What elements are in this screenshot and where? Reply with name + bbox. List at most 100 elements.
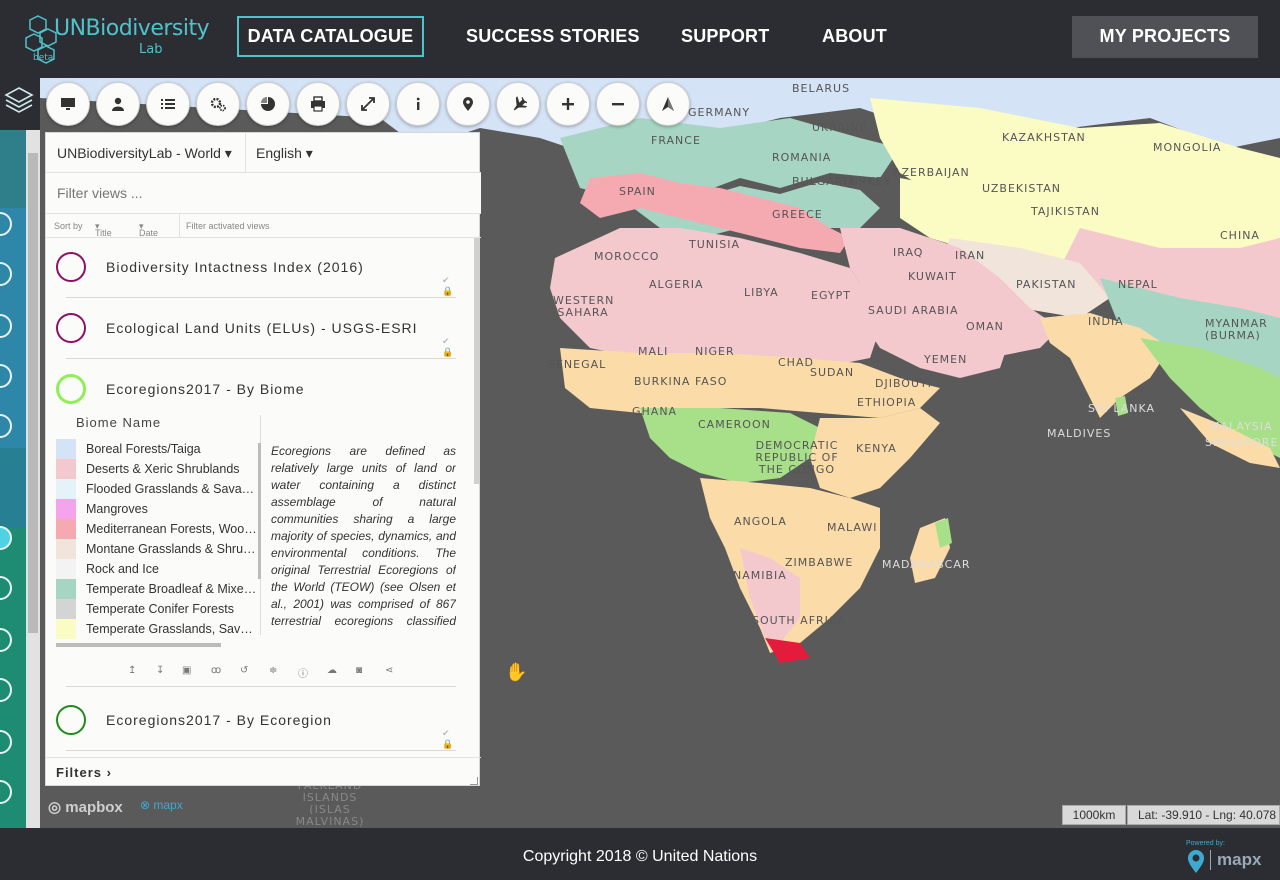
desktop-icon[interactable]: [46, 82, 90, 126]
nav-about[interactable]: ABOUT: [822, 16, 887, 57]
list-icon[interactable]: [146, 82, 190, 126]
sort-date-button[interactable]: Date ▾: [139, 221, 158, 238]
map-label: ANGOLA: [734, 515, 787, 528]
map-label: OMAN: [966, 320, 1004, 333]
map-label: SINGAPORE: [1205, 436, 1279, 449]
map-label: GERMANY: [688, 106, 751, 119]
info-icon[interactable]: [396, 82, 440, 126]
map-label: ZIMBABWE: [785, 556, 854, 569]
view-item[interactable]: Ecological Land Units (ELUs) - USGS-ESRI…: [56, 299, 456, 359]
up-icon[interactable]: ↥: [128, 665, 136, 676]
view-title[interactable]: Ecoregions2017 - By Ecoregion: [106, 712, 332, 728]
legend-item: Boreal Forests/Taiga: [56, 439, 260, 459]
gears-icon[interactable]: [196, 82, 240, 126]
view-toggle[interactable]: [56, 374, 86, 404]
sort-title-button[interactable]: Title ▾: [95, 221, 112, 238]
legend-label: Flooded Grasslands & Savannas: [86, 482, 258, 496]
legend-label: Temperate Grasslands, Savannas & Shrubla…: [86, 622, 258, 636]
north-arrow-icon[interactable]: [646, 82, 690, 126]
mapx-attribution[interactable]: ⊗ mapx: [140, 798, 183, 812]
map-label: SRI LANKA: [1088, 402, 1156, 415]
view-toggle[interactable]: [56, 313, 86, 343]
resize-handle[interactable]: [470, 777, 478, 785]
project-selector-label: UNBiodiversityLab - World: [57, 145, 221, 161]
legend-swatch: [56, 459, 76, 479]
cloud-icon[interactable]: ☁: [327, 665, 337, 676]
view-item[interactable]: Biodiversity Intactness Index (2016) ✔🔒: [56, 238, 456, 298]
legend-label: Mangroves: [86, 502, 148, 516]
language-selector[interactable]: English ▾: [256, 145, 313, 162]
view-title[interactable]: Biodiversity Intactness Index (2016): [106, 259, 364, 275]
zoom-in-icon[interactable]: [546, 82, 590, 126]
view-title[interactable]: Ecoregions2017 - By Biome: [106, 381, 305, 397]
map-label: SAUDI ARABIA: [868, 304, 959, 317]
view-title[interactable]: Ecological Land Units (ELUs) - USGS-ESRI: [106, 320, 418, 336]
project-selector[interactable]: UNBiodiversityLab - World ▾: [57, 145, 232, 162]
filter-activated-views[interactable]: Filter activated views: [186, 221, 270, 231]
map-label: MOROCCO: [594, 250, 660, 263]
mapbox-label: mapbox: [65, 799, 123, 816]
view-item-active[interactable]: Ecoregions2017 - By Biome: [56, 360, 456, 404]
coordinates-readout: Lat: -39.910 - Lng: 40.078: [1127, 805, 1280, 825]
filters-button[interactable]: Filters ›: [56, 765, 112, 780]
map-label: SOUTH AFRICA: [752, 614, 847, 627]
legend-item: Deserts & Xeric Shrublands: [56, 459, 260, 479]
legend-scrollbar[interactable]: [258, 443, 261, 579]
language-selector-label: English: [256, 145, 302, 161]
my-projects-button[interactable]: MY PROJECTS: [1072, 16, 1258, 58]
unbiodiversity-lab-logo[interactable]: UNBiodiversity Lab beta: [24, 12, 210, 66]
map-label: CAMEROON: [698, 418, 771, 431]
hand-cursor-icon: ✋: [505, 662, 528, 682]
legend-swatch: [56, 519, 76, 539]
map-label: ROMANIA: [772, 151, 832, 164]
pie-chart-icon[interactable]: [246, 82, 290, 126]
filters-bar[interactable]: Filters ›: [46, 757, 481, 787]
sort-bar: Sort by Title ▾ Date ▾ Filter activated …: [46, 214, 481, 238]
map-label: TAJIKISTAN: [1031, 205, 1100, 218]
nav-success-stories[interactable]: SUCCESS STORIES: [466, 16, 640, 57]
view-toggle[interactable]: [56, 252, 86, 282]
map-label: UZBEKISTAN: [982, 182, 1061, 195]
legend-item: Montane Grasslands & Shrublands: [56, 539, 260, 559]
logo-subtext: Lab: [139, 42, 163, 57]
sliders-icon[interactable]: ≑: [269, 665, 277, 676]
legend-swatch: [56, 479, 76, 499]
zoom-out-icon[interactable]: [596, 82, 640, 126]
nav-support[interactable]: SUPPORT: [681, 16, 769, 57]
map-label: CHINA: [1220, 229, 1260, 242]
map-label: KENYA: [856, 442, 897, 455]
binoculars-icon[interactable]: ꝏ: [211, 665, 221, 676]
legend-h-scrollbar[interactable]: [56, 643, 221, 647]
panel-scrollbar[interactable]: [474, 238, 480, 484]
filter-views-input[interactable]: [46, 173, 481, 214]
image-icon[interactable]: ▣: [182, 665, 191, 676]
plane-icon[interactable]: [496, 82, 540, 126]
map-label: TUNISIA: [689, 238, 740, 251]
map-pin-icon[interactable]: [446, 82, 490, 126]
nav-data-catalogue[interactable]: DATA CATALOGUE: [237, 16, 424, 57]
map-label: KUWAIT: [908, 270, 957, 283]
legend-swatch: [56, 559, 76, 579]
share-icon[interactable]: ⋖: [385, 665, 393, 676]
left-rail: [0, 78, 40, 828]
reset-icon[interactable]: ↺: [240, 665, 248, 676]
info-icon[interactable]: ⓘ: [298, 665, 308, 680]
view-item[interactable]: Ecoregions2017 - By Ecoregion ✔🔒: [56, 691, 456, 751]
map-label: MADAGASCAR: [882, 558, 971, 571]
legend-item: Temperate Broadleaf & Mixed Forests: [56, 579, 260, 599]
map-label: LIBYA: [744, 286, 779, 299]
camera-icon[interactable]: ◙: [356, 665, 362, 676]
view-toggle[interactable]: [56, 705, 86, 735]
print-icon[interactable]: [296, 82, 340, 126]
down-icon[interactable]: ↧: [156, 665, 164, 676]
expand-icon[interactable]: [346, 82, 390, 126]
mapx-logo[interactable]: mapx: [1217, 850, 1261, 870]
beta-badge: beta: [33, 53, 54, 63]
mapbox-attribution[interactable]: ◎ mapbox: [48, 798, 123, 816]
legend-item: Flooded Grasslands & Savannas: [56, 479, 260, 499]
rail-band: [0, 448, 26, 528]
layers-icon[interactable]: [4, 84, 34, 118]
user-icon[interactable]: [96, 82, 140, 126]
rail-scrollbar-thumb[interactable]: [28, 153, 38, 633]
map-label: TURKEY: [842, 175, 892, 188]
